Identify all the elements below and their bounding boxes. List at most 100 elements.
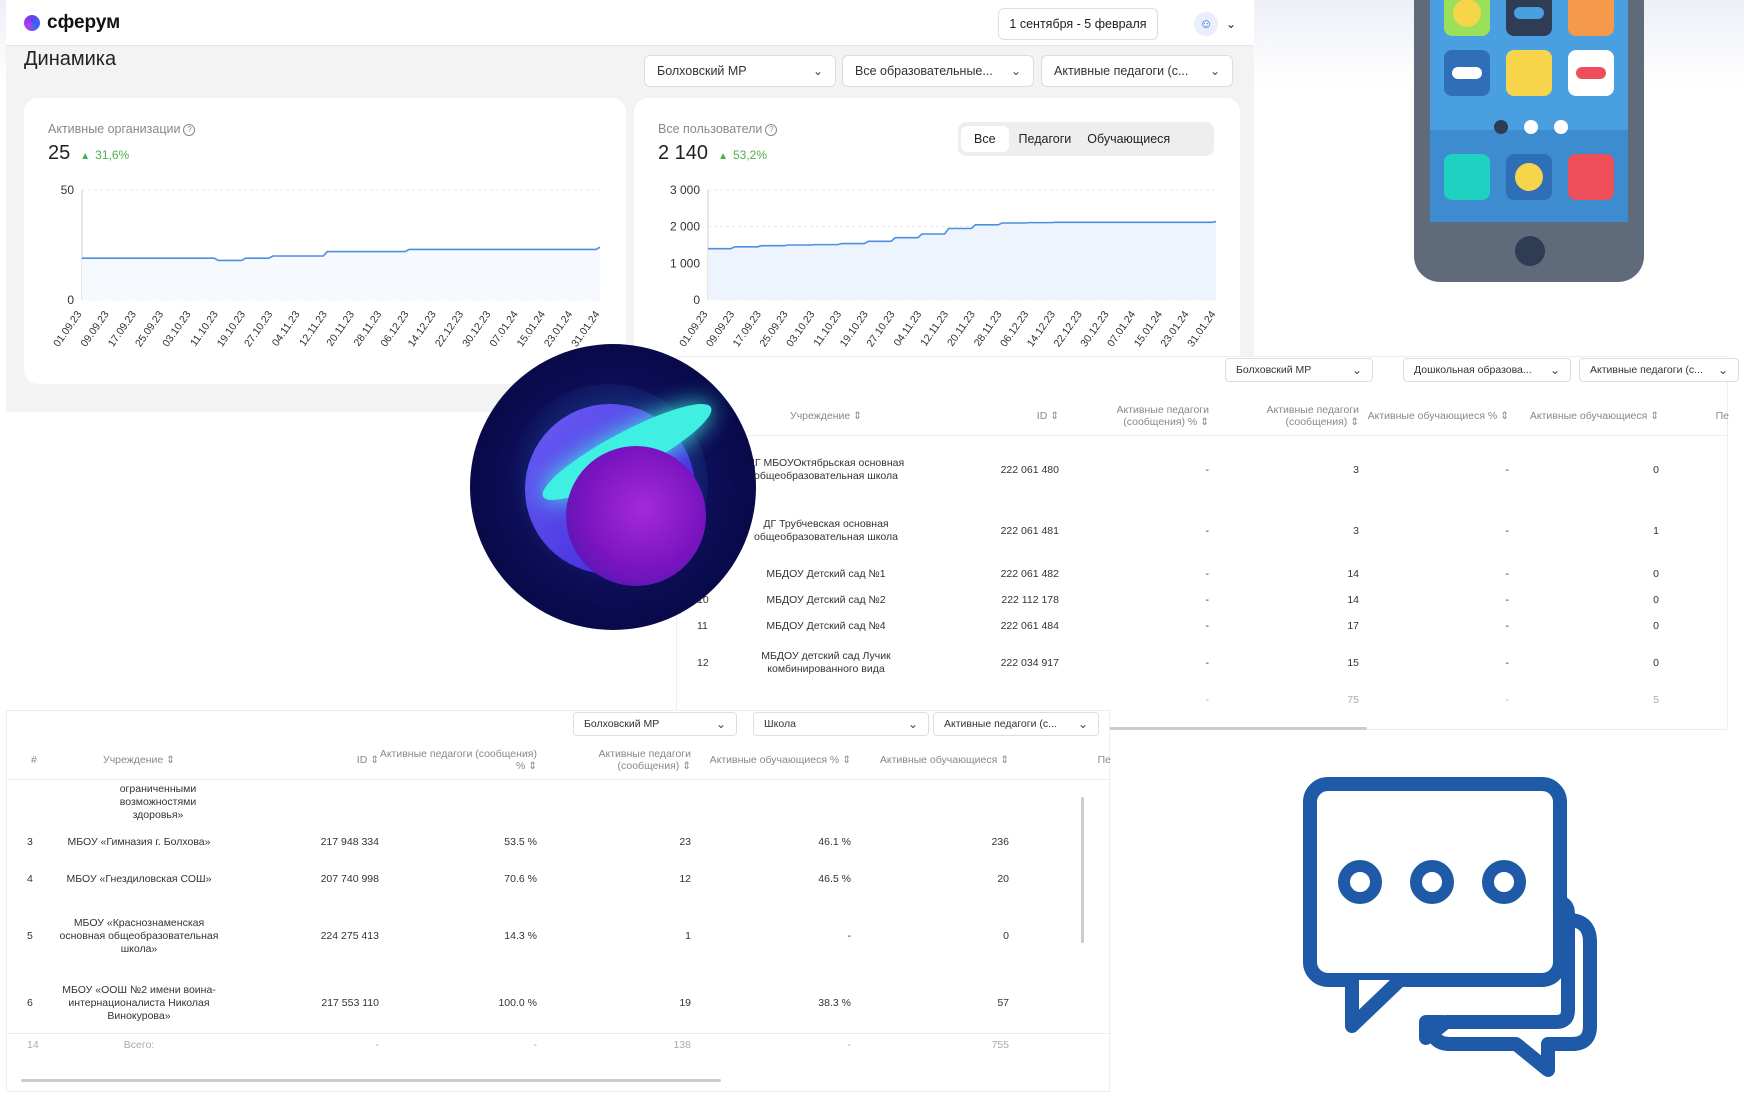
user-menu[interactable]: ☺ ⌄ bbox=[1194, 12, 1236, 36]
scrollbar[interactable] bbox=[1067, 727, 1367, 730]
col-teachers[interactable]: Активные педагоги (сообщения) ⇕ bbox=[537, 741, 691, 779]
cell-name: МБОУ «ООШ №2 имени воина-интернационалис… bbox=[62, 984, 216, 1023]
cell-s: 236 bbox=[991, 835, 1009, 848]
table-header: Учреждение ⇕ ID ⇕ Активные педагоги (соо… bbox=[677, 397, 1729, 435]
filter-metric[interactable]: Активные педагоги (с... ⌄ bbox=[1579, 358, 1739, 382]
cell-num: 6 bbox=[27, 997, 33, 1010]
table-row[interactable]: 5 МБОУ «Краснознаменская основная общеобр… bbox=[7, 897, 1111, 975]
orgs-line-chart: 50001.09.2309.09.2317.09.2325.09.2303.10… bbox=[51, 183, 602, 349]
spherum-sphere-logo bbox=[470, 344, 756, 630]
chevron-down-icon: ⌄ bbox=[907, 717, 918, 731]
top-header: сферум 1 сентября - 5 февраля ☺ ⌄ bbox=[6, 0, 1254, 46]
table-row[interactable]: ДГ Трубчевская основная общеобразователь… bbox=[677, 501, 1729, 561]
col-students-pct[interactable]: Активные обучающиеся % ⇕ bbox=[691, 741, 851, 779]
total-num: 14 bbox=[27, 1039, 39, 1052]
filter-metric[interactable]: Активные педагоги (с... ⌄ bbox=[933, 712, 1099, 736]
preschool-table-panel: Болховский МР ⌄ Дошкольная образова... ⌄ А… bbox=[676, 356, 1739, 730]
brand-logo[interactable]: сферум bbox=[24, 12, 120, 34]
cell-t: 1 bbox=[685, 929, 691, 942]
cell-s: 0 bbox=[1653, 593, 1659, 606]
cell-id: 224 275 413 bbox=[320, 929, 379, 942]
total-cell: 75 bbox=[1347, 694, 1359, 706]
cell-name: МБДОУ Детский сад №2 bbox=[766, 593, 886, 606]
school-table-body: 3 МБОУ «Гимназия г. Болхова» 217 948 334 53… bbox=[7, 823, 1111, 1057]
y-tick-label: 50 bbox=[61, 183, 75, 197]
cell-tp: - bbox=[1205, 463, 1210, 476]
filter-org-type[interactable]: Дошкольная образова... ⌄ bbox=[1403, 358, 1571, 382]
y-tick-label: 2 000 bbox=[670, 220, 700, 234]
col-institution[interactable]: Учреждение ⇕ bbox=[47, 741, 231, 779]
smartphone-icon bbox=[1414, 0, 1644, 282]
filter-metric[interactable]: Активные педагоги (с... ⌄ bbox=[1041, 55, 1233, 87]
col-id[interactable]: ID ⇕ bbox=[231, 741, 379, 779]
cell-num: 3 bbox=[27, 835, 33, 848]
col-teachers[interactable]: Активные педагоги (сообщения) ⇕ bbox=[1209, 397, 1359, 435]
cell-name: МБДОУ Детский сад №4 bbox=[766, 619, 886, 632]
total-s: 755 bbox=[991, 1039, 1009, 1052]
cell-tp: 14.3 % bbox=[504, 929, 537, 942]
filter-district[interactable]: Болховский МР ⌄ bbox=[644, 55, 836, 87]
table-row[interactable]: 4 МБОУ «Гнездиловская СОШ» 207 740 998 70.6… bbox=[7, 861, 1111, 897]
cut-off-row: ограниченными возможностями здоровья» bbox=[119, 783, 197, 821]
all-users-card: Все пользователи? 2 140 ▲ 53,2% Все Педа… bbox=[634, 98, 1240, 384]
cell-id: 207 740 998 bbox=[320, 872, 379, 885]
table-row[interactable]: 3 МБОУ «Гимназия г. Болхова» 217 948 334 53… bbox=[7, 823, 1111, 861]
col-students[interactable]: Активные обучающиеся ⇕ bbox=[1509, 397, 1659, 435]
col-institution[interactable]: Учреждение ⇕ bbox=[717, 397, 935, 435]
date-range-picker[interactable]: 1 сентября - 5 февраля bbox=[998, 8, 1158, 40]
cell-num: 4 bbox=[27, 872, 33, 885]
preschool-table: Учреждение ⇕ ID ⇕ Активные педагоги (соо… bbox=[677, 397, 1729, 436]
total-tp: - bbox=[533, 1039, 538, 1052]
table-row[interactable]: 12 МБДОУ детский сад Лучик комбинированно… bbox=[677, 639, 1729, 687]
col-id[interactable]: ID ⇕ bbox=[935, 397, 1059, 435]
series-area bbox=[708, 221, 1216, 300]
chevron-down-icon: ⌄ bbox=[1209, 64, 1220, 78]
cell-name: МБОУ «Гнездиловская СОШ» bbox=[66, 872, 212, 885]
chevron-down-icon: ⌄ bbox=[1077, 717, 1088, 731]
cell-t: 12 bbox=[679, 872, 691, 885]
school-table-panel: Болховский МР ⌄ Школа ⌄ Активные педагоги … bbox=[6, 710, 1111, 1092]
cell-sp: - bbox=[1505, 463, 1510, 476]
cell-sp: - bbox=[1505, 619, 1510, 632]
cell-s: 0 bbox=[1003, 929, 1009, 942]
total-t: 138 bbox=[673, 1039, 691, 1052]
x-tick-label: 31.01.24 bbox=[569, 309, 602, 349]
cell-s: 0 bbox=[1653, 463, 1659, 476]
table-row[interactable]: 10 МБДОУ Детский сад №2 222 112 178-14-0 bbox=[677, 587, 1729, 613]
col-teachers-pct[interactable]: Активные педагоги (сообщения) % ⇕ bbox=[1059, 397, 1209, 435]
school-table: # Учреждение ⇕ ID ⇕ Активные педагоги (с… bbox=[7, 741, 1111, 780]
col-teachers-pct[interactable]: Активные педагоги (сообщения) % ⇕ bbox=[379, 741, 537, 779]
user-icon: ☺ bbox=[1194, 12, 1218, 36]
page-title: Динамика bbox=[24, 48, 117, 70]
cell-tp: 53.5 % bbox=[504, 835, 537, 848]
filter-district[interactable]: Болховский МР ⌄ bbox=[573, 712, 737, 736]
table-row[interactable]: МБДОУ Детский сад №1 222 061 482 - 14 - 0 bbox=[677, 561, 1729, 587]
table-row[interactable]: ДГ МБОУОктябрьская основная общеобразова… bbox=[677, 439, 1729, 501]
col-more: Пе bbox=[1715, 409, 1729, 422]
cell-id: 222 112 178 bbox=[1001, 593, 1059, 606]
table-row[interactable]: 11 МБДОУ Детский сад №4 222 061 484 - 17 - 0 bbox=[677, 613, 1729, 639]
cell-s: 20 bbox=[997, 872, 1009, 885]
cell-t: 17 bbox=[1347, 619, 1359, 632]
y-tick-label: 1 000 bbox=[670, 256, 700, 270]
cell-sp: - bbox=[1505, 567, 1510, 580]
cell-sp: - bbox=[1505, 524, 1510, 537]
scrollbar[interactable] bbox=[1081, 797, 1084, 943]
cell-tp: - bbox=[1205, 656, 1210, 669]
cell-num: 12 bbox=[697, 656, 709, 669]
filter-org-type[interactable]: Школа ⌄ bbox=[753, 712, 929, 736]
filter-org-type[interactable]: Все образовательные... ⌄ bbox=[842, 55, 1034, 87]
scrollbar[interactable] bbox=[21, 1079, 721, 1082]
cell-name: МБДОУ Детский сад №1 bbox=[766, 567, 886, 580]
chevron-down-icon: ⌄ bbox=[1717, 363, 1728, 377]
filter-district[interactable]: Болховский МР ⌄ bbox=[1225, 358, 1373, 382]
cell-t: 23 bbox=[679, 835, 691, 848]
cell-id: 222 034 917 bbox=[1000, 656, 1059, 669]
chevron-down-icon: ⌄ bbox=[1549, 363, 1560, 377]
col-students[interactable]: Активные обучающиеся ⇕ bbox=[851, 741, 1009, 779]
col-students-pct[interactable]: Активные обучающиеся % ⇕ bbox=[1359, 397, 1509, 435]
col-more: Пе bbox=[1097, 753, 1111, 766]
active-orgs-card: Активные организации? 25 ▲ 31,6% 50 0 01.0… bbox=[24, 98, 626, 384]
table-row[interactable]: 6 МБОУ «ООШ №2 имени воина-интернационали… bbox=[7, 975, 1111, 1033]
cell-tp: - bbox=[1205, 524, 1210, 537]
